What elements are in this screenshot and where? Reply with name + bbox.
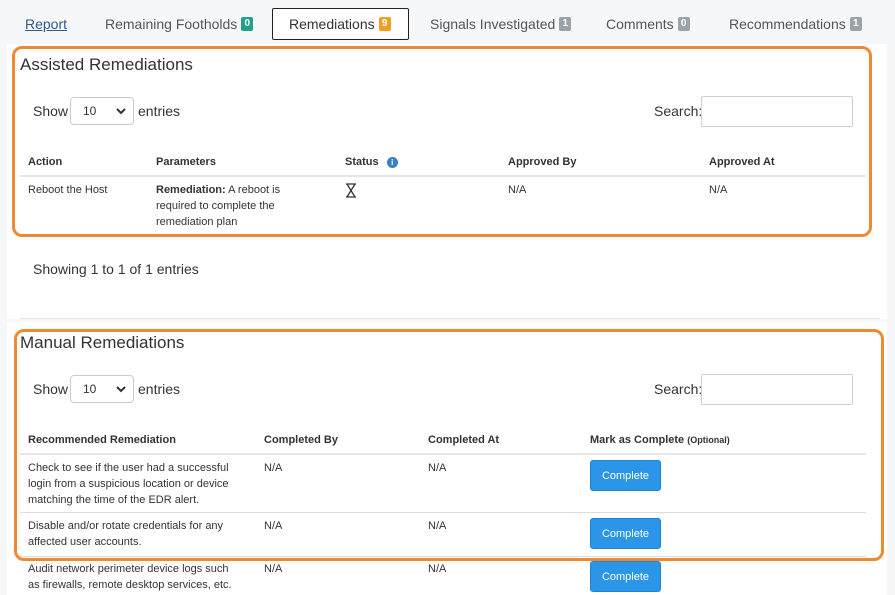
row-completed-at: N/A	[428, 563, 447, 575]
tab-signals-investigated-label: Signals Investigated	[430, 16, 556, 32]
tab-recommendations-badge: 1	[849, 17, 862, 31]
row-line: Audit network perimeter device logs such	[28, 563, 229, 575]
tab-signals-investigated[interactable]: Signals Investigated 1	[430, 8, 572, 40]
manual-highlight-box	[14, 329, 884, 561]
tab-comments[interactable]: Comments 0	[606, 8, 690, 40]
assisted-info-text: Showing 1 to 1 of 1 entries	[33, 261, 199, 277]
tab-comments-badge: 0	[677, 17, 690, 31]
tab-comments-label: Comments	[606, 16, 674, 32]
tab-remaining-footholds[interactable]: Remaining Footholds 0	[105, 8, 254, 40]
tab-remaining-footholds-label: Remaining Footholds	[105, 16, 238, 32]
tab-remediations[interactable]: Remediations 9	[272, 8, 409, 40]
tab-signals-investigated-badge: 1	[559, 17, 572, 31]
tab-recommendations[interactable]: Recommendations 1	[729, 8, 862, 40]
row-line: as firewalls, remote desktop services, e…	[28, 579, 232, 591]
tab-report-label: Report	[25, 16, 68, 32]
tab-remediations-label: Remediations	[289, 16, 375, 32]
assisted-highlight-box	[12, 46, 872, 237]
tab-report[interactable]: Report	[25, 8, 67, 40]
tab-remediations-badge: 9	[378, 17, 391, 31]
tab-recommendations-label: Recommendations	[729, 16, 846, 32]
tab-remaining-footholds-badge: 0	[241, 17, 254, 31]
tab-bar: Report Remaining Footholds 0 Remediation…	[0, 0, 895, 44]
row-completed-by: N/A	[264, 563, 283, 575]
row-recommended-remediation: Audit network perimeter device logs such…	[28, 561, 258, 593]
complete-button[interactable]: Complete	[590, 561, 661, 592]
section-divider	[20, 318, 880, 319]
